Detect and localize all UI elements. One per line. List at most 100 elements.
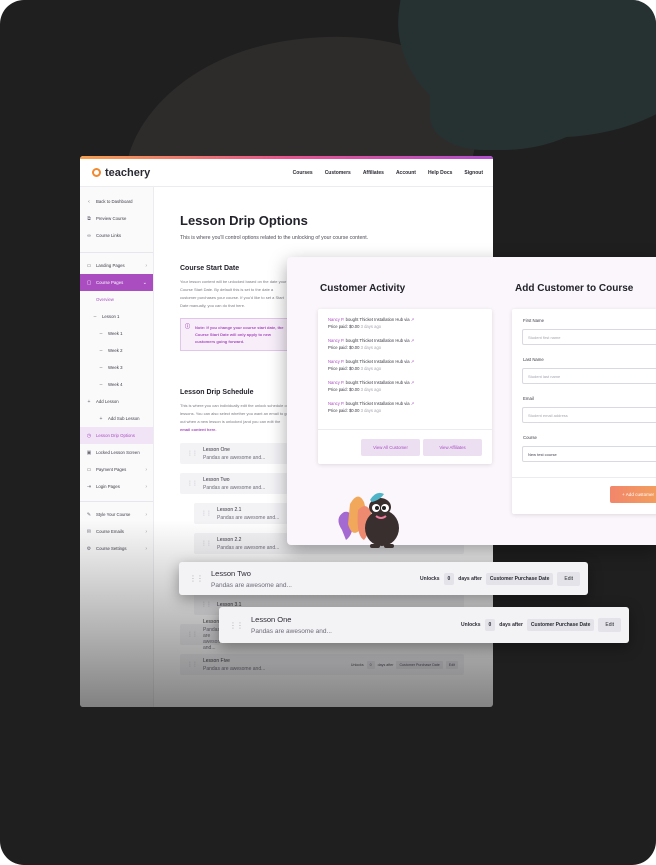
sidebar-item-week-1[interactable]: – Week 1 xyxy=(80,325,153,342)
edit-button[interactable]: Edit xyxy=(557,571,580,586)
customer-name[interactable]: Nancy P. xyxy=(328,359,344,364)
drag-handle-icon[interactable]: ⋮⋮ xyxy=(187,661,198,668)
mail-icon: ✉ xyxy=(86,528,92,535)
customer-name[interactable]: Nancy P. xyxy=(328,401,344,406)
external-link-icon[interactable]: ↗ xyxy=(411,380,415,385)
drip-controls: Unlocks 0 days after Customer Purchase D… xyxy=(420,571,580,586)
email-input[interactable]: Student email address xyxy=(522,407,656,423)
nav-signout[interactable]: Signout xyxy=(464,170,483,176)
drip-controls: Unlocks 0 days after Customer Purchase D… xyxy=(351,660,458,669)
customer-name[interactable]: Nancy P. xyxy=(328,338,344,343)
nav-customers[interactable]: Customers xyxy=(325,170,351,176)
email-content-link[interactable]: email content here. xyxy=(180,427,216,432)
time-ago: 3 days ago xyxy=(360,408,382,413)
days-input[interactable]: 0 xyxy=(484,619,496,631)
lesson-title: Lesson One xyxy=(251,615,292,624)
sidebar-item-course-pages[interactable]: ▢ Course Pages ⌄ xyxy=(80,274,153,291)
product-name: Thicket Installation Hub xyxy=(359,401,404,406)
nav-help-docs[interactable]: Help Docs xyxy=(428,170,452,176)
sidebar-item-locked-lesson-screen[interactable]: ▣ Locked Lesson Screen xyxy=(80,444,153,461)
sidebar-item-week-2[interactable]: – Week 2 xyxy=(80,342,153,359)
edit-button[interactable]: Edit xyxy=(445,660,458,669)
trigger-select[interactable]: Customer Purchase Date xyxy=(526,619,595,631)
sidebar-item-landing-pages[interactable]: ▭ Landing Pages › xyxy=(80,257,153,274)
sidebar-item-payment-pages[interactable]: ▭ Payment Pages › xyxy=(80,461,153,478)
mascot-illustration xyxy=(338,492,399,548)
activity-entry: Nancy P. bought Thicket Installation Hub… xyxy=(328,379,414,393)
edit-button[interactable]: Edit xyxy=(598,618,621,632)
sidebar-item-lesson-1[interactable]: – Lesson 1 xyxy=(80,308,153,325)
sidebar-item-label: Lesson Drip Options xyxy=(96,433,135,438)
days-input[interactable]: 0 xyxy=(366,660,375,669)
sidebar-item-week-3[interactable]: – Week 3 xyxy=(80,359,153,376)
sidebar-item-preview[interactable]: ⧉ Preview Course xyxy=(80,210,153,227)
drag-handle-icon[interactable]: ⋮⋮ xyxy=(187,480,198,487)
sidebar-item-links[interactable]: ∞ Course Links xyxy=(80,227,153,244)
trigger-select[interactable]: Customer Purchase Date xyxy=(485,572,554,585)
sidebar-item-label: Course Settings xyxy=(96,546,127,551)
lesson-title: Lesson 2.1 xyxy=(217,506,242,513)
nav-account[interactable]: Account xyxy=(396,170,416,176)
lesson-title: Lesson One xyxy=(203,446,230,453)
drag-handle-icon[interactable]: ⋮⋮ xyxy=(201,540,212,547)
nav-affiliates[interactable]: Affiliates xyxy=(363,170,384,176)
trigger-select[interactable]: Customer Purchase Date xyxy=(396,660,443,669)
sidebar-item-label: Course Emails xyxy=(96,529,124,534)
add-customer-button[interactable]: + Add customer xyxy=(610,486,656,503)
customer-name[interactable]: Nancy P. xyxy=(328,380,344,385)
sidebar-item-style-course[interactable]: ✎ Style Your Course › xyxy=(80,506,153,523)
activity-entry: Nancy P. bought Thicket Installation Hub… xyxy=(328,337,414,351)
activity-verb: bought xyxy=(345,380,359,385)
sidebar-item-overview[interactable]: Overview xyxy=(80,291,153,308)
activity-verb: bought xyxy=(345,338,359,343)
floating-lesson-card[interactable]: ⋮⋮ Lesson One Pandas are awesome and... … xyxy=(219,607,629,643)
chevron-right-icon: › xyxy=(145,262,147,269)
sidebar-item-label: Payment Pages xyxy=(96,467,127,472)
drip-controls: Unlocks 0 days after Customer Purchase D… xyxy=(461,618,621,632)
drag-handle-icon[interactable]: ⋮⋮ xyxy=(187,631,198,638)
drag-handle-icon[interactable]: ⋮⋮ xyxy=(229,621,244,630)
page-icon: ▭ xyxy=(86,262,92,269)
customer-activity-heading: Customer Activity xyxy=(320,283,406,294)
lesson-description: Pandas are awesome and... xyxy=(211,581,292,589)
sidebar-item-course-settings[interactable]: ⚙ Course Settings › xyxy=(80,540,153,557)
lesson-row[interactable]: ⋮⋮ Lesson F Pandas are awesome and... xyxy=(180,619,224,651)
sidebar-item-label: Week 4 xyxy=(108,382,123,387)
nav-courses[interactable]: Courses xyxy=(293,170,313,176)
note-text: Note: If you change your course start da… xyxy=(195,325,284,344)
view-all-customers-button[interactable]: View All Customer xyxy=(361,439,420,456)
sidebar-item-add-sub-lesson[interactable]: + Add Sub Lesson xyxy=(80,410,153,427)
drag-handle-icon[interactable]: ⋮⋮ xyxy=(187,450,198,457)
logo-icon xyxy=(92,168,101,177)
last-name-label: Last Name xyxy=(523,357,544,362)
drag-handle-icon[interactable]: ⋮⋮ xyxy=(189,574,204,583)
sidebar-item-week-4[interactable]: – Week 4 xyxy=(80,376,153,393)
external-link-icon[interactable]: ↗ xyxy=(411,359,415,364)
customer-name[interactable]: Nancy P. xyxy=(328,317,344,322)
logo[interactable]: teachery xyxy=(92,167,150,179)
last-name-input[interactable]: Student last name xyxy=(522,368,656,384)
sidebar-item-back[interactable]: ‹ Back to Dashboard xyxy=(80,193,153,210)
unlocks-label: Unlocks xyxy=(420,575,440,582)
floating-lesson-card[interactable]: ⋮⋮ Lesson Two Pandas are awesome and... … xyxy=(179,562,588,595)
drag-handle-icon[interactable]: ⋮⋮ xyxy=(201,601,212,608)
top-nav: teachery Courses Customers Affiliates Ac… xyxy=(80,159,493,187)
drag-handle-icon[interactable]: ⋮⋮ xyxy=(201,510,212,517)
course-select[interactable]: New test course xyxy=(522,446,656,462)
sidebar-item-course-emails[interactable]: ✉ Course Emails › xyxy=(80,523,153,540)
lesson-title: Lesson Five xyxy=(203,657,230,664)
first-name-input[interactable]: Student first name xyxy=(522,329,656,345)
sidebar-item-lesson-drip-options[interactable]: ◷ Lesson Drip Options xyxy=(80,427,153,444)
external-link-icon[interactable]: ↗ xyxy=(411,401,415,406)
external-link-icon[interactable]: ↗ xyxy=(411,338,415,343)
view-affiliates-button[interactable]: View Affiliates xyxy=(423,439,482,456)
add-customer-heading: Add Customer to Course xyxy=(515,283,634,294)
dash-icon: – xyxy=(99,381,103,388)
sidebar-item-login-pages[interactable]: ⇥ Login Pages › xyxy=(80,478,153,495)
external-link-icon[interactable]: ↗ xyxy=(411,317,415,322)
days-after-label: days after xyxy=(458,575,482,582)
sidebar-item-add-lesson[interactable]: + Add Lesson xyxy=(80,393,153,410)
days-input[interactable]: 0 xyxy=(443,572,455,585)
price-paid: Price paid: $0.00 xyxy=(328,324,360,329)
lesson-row[interactable]: ⋮⋮ Lesson Five Pandas are awesome and... … xyxy=(180,654,464,675)
